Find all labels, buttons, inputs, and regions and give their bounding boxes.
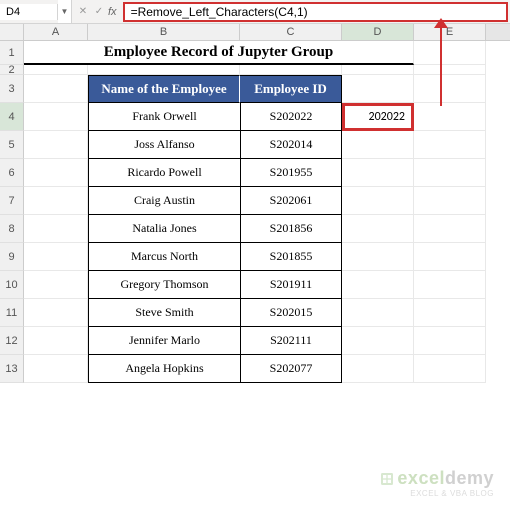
callout-arrow-line xyxy=(440,24,442,106)
cell[interactable] xyxy=(414,159,486,187)
cell[interactable] xyxy=(342,65,414,75)
row-header[interactable]: 12 xyxy=(0,327,24,355)
cell[interactable] xyxy=(414,215,486,243)
col-header-b[interactable]: B xyxy=(88,24,240,40)
cell[interactable] xyxy=(240,65,342,75)
cell[interactable] xyxy=(414,65,486,75)
table-cell-id[interactable]: S202022 xyxy=(240,103,342,131)
cell[interactable] xyxy=(24,65,88,75)
row-header[interactable]: 2 xyxy=(0,65,24,75)
cell[interactable] xyxy=(414,355,486,383)
cell[interactable] xyxy=(24,159,88,187)
table-cell-name[interactable]: Marcus North xyxy=(88,243,240,271)
row-header[interactable]: 8 xyxy=(0,215,24,243)
cell[interactable] xyxy=(24,355,88,383)
cell[interactable] xyxy=(342,271,414,299)
table-cell-id[interactable]: S202061 xyxy=(240,187,342,215)
table-cell-name[interactable]: Frank Orwell xyxy=(88,103,240,131)
col-header-c[interactable]: C xyxy=(240,24,342,40)
col-header-e[interactable]: E xyxy=(414,24,486,40)
name-box-dropdown-icon[interactable]: ▼ xyxy=(58,0,72,23)
table-header-name: Name of the Employee xyxy=(88,75,240,103)
table-cell-id[interactable]: S202111 xyxy=(240,327,342,355)
grid-body: 1 Employee Record of Jupyter Group 2 3 N… xyxy=(0,41,510,383)
table-cell-name[interactable]: Gregory Thomson xyxy=(88,271,240,299)
table-cell-name[interactable]: Ricardo Powell xyxy=(88,159,240,187)
cell[interactable] xyxy=(342,355,414,383)
col-header-a[interactable]: A xyxy=(24,24,88,40)
cell[interactable] xyxy=(342,131,414,159)
formula-input[interactable]: =Remove_Left_Characters(C4,1) xyxy=(123,2,508,22)
fx-icon[interactable]: fx xyxy=(108,6,117,18)
cell[interactable] xyxy=(24,75,88,103)
cell[interactable] xyxy=(88,65,240,75)
cancel-icon: ✕ xyxy=(76,6,90,17)
cell[interactable] xyxy=(342,215,414,243)
watermark-tagline: EXCEL & VBA BLOG xyxy=(379,489,494,498)
cell[interactable] xyxy=(24,215,88,243)
table-cell-name[interactable]: Joss Alfanso xyxy=(88,131,240,159)
table-cell-id[interactable]: S202077 xyxy=(240,355,342,383)
cell[interactable] xyxy=(342,327,414,355)
row-header[interactable]: 3 xyxy=(0,75,24,103)
cell[interactable] xyxy=(24,131,88,159)
row-header[interactable]: 6 xyxy=(0,159,24,187)
cell[interactable] xyxy=(24,243,88,271)
cell[interactable] xyxy=(24,327,88,355)
row-header[interactable]: 13 xyxy=(0,355,24,383)
cell[interactable] xyxy=(342,159,414,187)
cell[interactable] xyxy=(414,103,486,131)
table-cell-name[interactable]: Craig Austin xyxy=(88,187,240,215)
row-header[interactable]: 1 xyxy=(0,41,24,65)
cell[interactable] xyxy=(414,299,486,327)
watermark-logo-icon xyxy=(379,471,395,487)
cell[interactable] xyxy=(24,187,88,215)
page-title: Employee Record of Jupyter Group xyxy=(24,41,414,65)
cell[interactable] xyxy=(414,131,486,159)
row-header[interactable]: 9 xyxy=(0,243,24,271)
table-cell-id[interactable]: S201855 xyxy=(240,243,342,271)
cell[interactable] xyxy=(414,243,486,271)
select-all-corner[interactable] xyxy=(0,24,24,40)
table-cell-name[interactable]: Jennifer Marlo xyxy=(88,327,240,355)
table-cell-id[interactable]: S202015 xyxy=(240,299,342,327)
table-cell-id[interactable]: S202014 xyxy=(240,131,342,159)
cell[interactable] xyxy=(414,41,486,65)
name-box[interactable]: D4 xyxy=(0,4,58,20)
cell[interactable] xyxy=(414,271,486,299)
table-cell-name[interactable]: Natalia Jones xyxy=(88,215,240,243)
confirm-icon: ✓ xyxy=(92,6,106,17)
table-cell-id[interactable]: S201911 xyxy=(240,271,342,299)
row-header[interactable]: 11 xyxy=(0,299,24,327)
cell[interactable] xyxy=(24,271,88,299)
row-header[interactable]: 7 xyxy=(0,187,24,215)
table-cell-id[interactable]: S201856 xyxy=(240,215,342,243)
active-cell-d4[interactable]: 202022 xyxy=(342,103,414,131)
table-cell-name[interactable]: Angela Hopkins xyxy=(88,355,240,383)
table-cell-name[interactable]: Steve Smith xyxy=(88,299,240,327)
row-header[interactable]: 5 xyxy=(0,131,24,159)
callout-arrow-head-icon xyxy=(434,18,448,28)
spreadsheet-grid: A B C D E 1 Employee Record of Jupyter G… xyxy=(0,24,510,383)
cell[interactable] xyxy=(342,187,414,215)
formula-controls: ✕ ✓ fx xyxy=(72,6,121,18)
row-header[interactable]: 10 xyxy=(0,271,24,299)
cell[interactable] xyxy=(24,103,88,131)
cell[interactable] xyxy=(414,327,486,355)
cell[interactable] xyxy=(342,299,414,327)
table-header-id: Employee ID xyxy=(240,75,342,103)
cell[interactable] xyxy=(342,243,414,271)
watermark-brand: exceldemy xyxy=(379,468,494,489)
row-header[interactable]: 4 xyxy=(0,103,24,131)
cell[interactable] xyxy=(414,187,486,215)
cell[interactable] xyxy=(414,75,486,103)
table-cell-id[interactable]: S201955 xyxy=(240,159,342,187)
cell[interactable] xyxy=(342,75,414,103)
col-header-d[interactable]: D xyxy=(342,24,414,40)
watermark: exceldemy EXCEL & VBA BLOG xyxy=(379,468,494,498)
cell[interactable] xyxy=(24,299,88,327)
